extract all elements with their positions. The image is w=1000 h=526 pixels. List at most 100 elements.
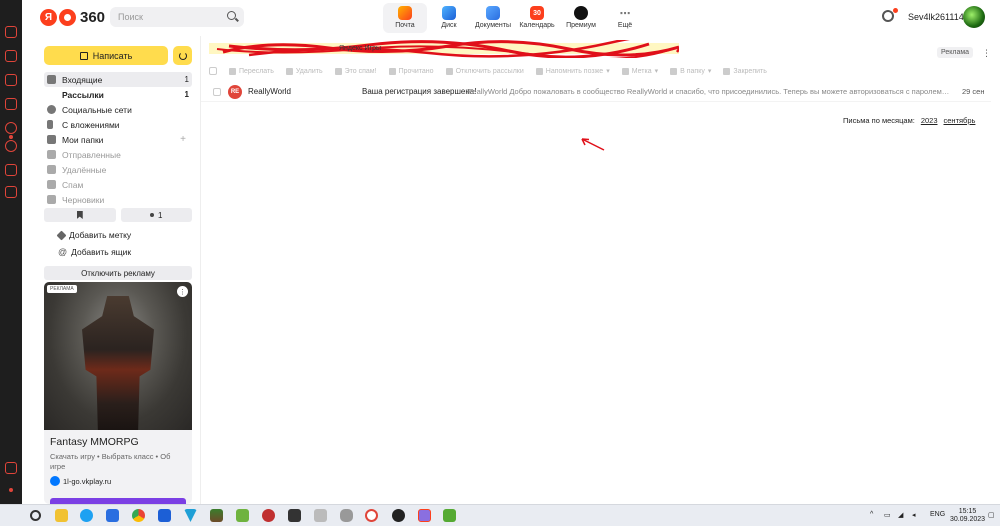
toolbar-label: Удалить [295, 67, 323, 75]
service-documents[interactable]: Документы [471, 3, 515, 33]
forward-button[interactable]: Переслать [229, 67, 274, 75]
mail-toolbar: Переслать Удалить Это спам! Прочитано От… [209, 64, 767, 78]
folder-social[interactable]: Социальные сети [44, 102, 192, 117]
language-indicator[interactable]: ENG [930, 511, 945, 518]
browser-bookmarks-icon[interactable] [5, 26, 17, 38]
promo-banner[interactable]: Яндекс Игры Реклама ⋮ [209, 40, 991, 58]
browser-settings-icon[interactable] [5, 186, 17, 198]
folder-deleted[interactable]: Удалённые [44, 162, 192, 177]
clock-icon [535, 67, 543, 75]
folder-newsletters[interactable]: Рассылки 1 [44, 87, 192, 102]
vpn-icon[interactable] [184, 509, 197, 522]
app-red-icon[interactable] [262, 509, 275, 522]
user-avatar[interactable] [963, 6, 985, 28]
mouse-app-icon[interactable] [340, 509, 353, 522]
ad-menu-icon[interactable]: ⋮ [177, 286, 188, 297]
select-all-checkbox[interactable] [209, 67, 217, 75]
browser-download-icon[interactable] [5, 164, 17, 176]
add-label-link[interactable]: Добавить метку [56, 230, 131, 240]
folder-label: Черновики [62, 194, 105, 205]
network-icon[interactable]: ◢ [898, 511, 903, 519]
service-more[interactable]: ⋯ Ещё [603, 3, 647, 33]
compose-button[interactable]: Написать [44, 46, 168, 65]
service-label: Ещё [617, 22, 633, 29]
app-green-icon[interactable] [443, 509, 456, 522]
store-icon[interactable] [158, 509, 171, 522]
yandex-browser-icon[interactable] [418, 509, 431, 522]
mark-read-button[interactable]: Прочитано [388, 67, 434, 75]
folder-spam[interactable]: Спам [44, 177, 192, 192]
mail-row-checkbox[interactable] [213, 87, 221, 96]
browser-screenshot-icon[interactable] [5, 462, 17, 474]
remind-later-button[interactable]: Напомнить позже ▾ [535, 67, 610, 75]
system-clock[interactable]: 15:15 30.09.2023 [950, 508, 985, 524]
chrome-icon[interactable] [132, 509, 145, 522]
ad-title[interactable]: Fantasy MMORPG [50, 436, 139, 448]
bookmarks-chip[interactable] [44, 208, 116, 222]
folder-label: Удалённые [62, 164, 107, 175]
ad-image[interactable]: РЕКЛАМА ⋮ [44, 282, 192, 430]
year-link[interactable]: 2023 [921, 116, 938, 125]
minecraft-icon[interactable] [210, 509, 223, 522]
service-label: Документы [474, 22, 512, 29]
add-mailbox-link[interactable]: @ Добавить ящик [58, 247, 131, 257]
steam-icon[interactable] [288, 509, 301, 522]
browser-twitch-icon[interactable] [5, 50, 17, 62]
search-icon[interactable] [30, 510, 41, 521]
add-folder-icon[interactable]: + [180, 134, 186, 145]
service-premium[interactable]: Премиум [559, 3, 603, 33]
search-input[interactable] [110, 7, 244, 27]
pin-button[interactable]: Закрепить [723, 67, 767, 75]
opera-icon[interactable] [365, 509, 378, 522]
app-dark-icon[interactable] [392, 509, 405, 522]
unread-chip[interactable]: 1 [120, 208, 192, 222]
folder-attachments[interactable]: С вложениями [44, 117, 192, 132]
battery-icon[interactable]: ▭ [884, 511, 891, 519]
months-label: Письма по месяцам: [843, 116, 915, 125]
refresh-button[interactable] [173, 46, 192, 65]
edge-icon[interactable] [80, 509, 93, 522]
month-link[interactable]: сентябрь [944, 116, 976, 125]
delete-button[interactable]: Удалить [285, 67, 323, 75]
service-mail[interactable]: Почта [383, 3, 427, 33]
yandex-360-logo[interactable]: Я 360 [40, 9, 105, 26]
banner-menu-icon[interactable]: ⋮ [982, 48, 991, 59]
browser-sidebar [0, 0, 22, 504]
folder-drafts[interactable]: Черновики [44, 192, 192, 207]
notifications-icon[interactable]: ▢ [988, 511, 995, 519]
move-to-folder-button[interactable]: В папку ▾ [670, 67, 711, 75]
app-icon[interactable] [236, 509, 249, 522]
spam-button[interactable]: Это спам! [334, 67, 377, 75]
browser-panel-icon[interactable] [5, 74, 17, 86]
service-calendar[interactable]: 30 Календарь [515, 3, 559, 33]
mail-row[interactable]: RE ReallyWorld Ваша регистрация завершен… [201, 82, 991, 102]
browser-news-icon[interactable] [5, 98, 17, 110]
disable-ads-button[interactable]: Отключить рекламу [44, 266, 192, 280]
trash-icon [285, 67, 293, 75]
mail-sender: ReallyWorld [248, 87, 291, 96]
label-button[interactable]: Метка ▾ [621, 67, 659, 75]
mail-app-icon[interactable] [106, 509, 119, 522]
unsubscribe-button[interactable]: Отключить рассылки [445, 67, 524, 75]
chevron-down-icon: ▾ [654, 68, 659, 75]
browser-more-icon[interactable] [9, 488, 13, 492]
settings-gear-icon[interactable] [882, 10, 894, 22]
ad-card[interactable]: РЕКЛАМА ⋮ Fantasy MMORPG Скачать игру • … [44, 282, 192, 504]
browser-history-icon[interactable] [5, 140, 17, 152]
search-icon[interactable] [227, 11, 236, 20]
tray-chevron-icon[interactable]: ^ [870, 511, 873, 518]
spam-icon [47, 180, 56, 189]
ad-domain[interactable]: 1l-go.vkplay.ru [50, 476, 111, 486]
folder-my-folders[interactable]: Мои папки + [44, 132, 192, 147]
folder-sent[interactable]: Отправленные [44, 147, 192, 162]
folder-label: Рассылки [62, 89, 104, 100]
volume-icon[interactable]: ◂ [912, 511, 916, 519]
unread-dot-icon [150, 213, 155, 217]
service-disk[interactable]: Диск [427, 3, 471, 33]
explorer-icon[interactable] [55, 509, 68, 522]
username[interactable]: Sev4lk261114 [908, 12, 964, 22]
app-gray-icon[interactable] [314, 509, 327, 522]
folder-inbox[interactable]: Входящие 1 [44, 72, 192, 87]
filter-chips: 1 [44, 208, 192, 222]
browser-player-icon[interactable] [5, 122, 17, 134]
